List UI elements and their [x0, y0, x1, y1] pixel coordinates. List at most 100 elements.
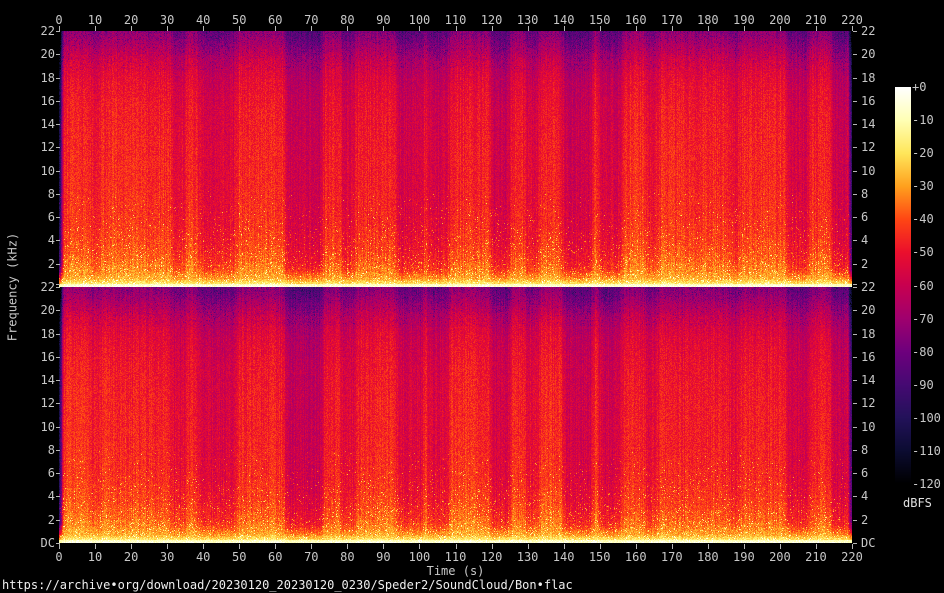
x-tick-label-bottom: 30: [159, 550, 175, 564]
y-tick-mark-left: [56, 543, 60, 544]
y-tick-label-right: 8: [861, 187, 869, 201]
x-tick-mark-bottom: [419, 544, 421, 549]
x-tick-label-bottom: 80: [340, 550, 355, 564]
y-tick-mark-left: [56, 284, 60, 285]
y-tick-label-right: 12: [861, 140, 876, 154]
x-tick-mark-top: [491, 26, 493, 31]
x-tick-label-bottom: 110: [444, 550, 467, 564]
y-tick-mark-left: [56, 264, 60, 265]
y-tick-mark-left: [56, 217, 60, 218]
y-tick-label-right: 2: [861, 257, 869, 271]
x-tick-mark-top: [167, 26, 169, 31]
y-tick-label-right: 20: [861, 47, 876, 61]
y-tick-label-right: 10: [861, 420, 876, 434]
x-tick-label-bottom: 200: [769, 550, 791, 564]
x-tick-mark-top: [527, 26, 529, 31]
y-tick-mark-left: [56, 473, 60, 474]
y-tick-label-left: 22: [40, 24, 55, 38]
x-tick-mark-bottom: [275, 544, 277, 549]
y-tick-label-left: DC: [40, 536, 55, 550]
x-tick-mark-bottom: [59, 544, 60, 549]
y-tick-mark-right: [853, 240, 857, 241]
y-tick-mark-left: [56, 101, 60, 102]
colorbar-tick-label: -70: [912, 312, 934, 326]
y-tick-label-left: 18: [40, 71, 55, 85]
y-tick-mark-right: [853, 380, 857, 381]
y-tick-mark-right: [853, 124, 857, 125]
y-tick-label-left: 10: [40, 420, 55, 434]
x-tick-label-bottom: 40: [195, 550, 211, 564]
y-tick-label-left: 14: [40, 373, 55, 387]
y-tick-label-left: 6: [47, 466, 55, 480]
y-tick-mark-left: [56, 240, 60, 241]
x-tick-mark-bottom: [527, 544, 529, 549]
colorbar-tick-label: -30: [912, 179, 934, 193]
x-tick-label-bottom: 70: [304, 550, 319, 564]
y-tick-label-left: 4: [47, 489, 55, 503]
y-tick-mark-right: [853, 473, 857, 474]
y-tick-mark-left: [56, 194, 60, 195]
y-tick-mark-right: [853, 403, 857, 404]
y-tick-label-left: 16: [40, 350, 55, 364]
x-tick-mark-top: [419, 26, 421, 31]
y-tick-label-right: 14: [861, 117, 876, 131]
y-tick-mark-right: [853, 543, 857, 544]
x-tick-mark-top: [599, 26, 601, 31]
y-tick-label-left: 16: [40, 94, 55, 108]
x-tick-mark-bottom: [239, 544, 241, 549]
x-tick-label-bottom: 190: [733, 550, 755, 564]
x-tick-mark-bottom: [311, 544, 313, 549]
source-url-text: https://archive•org/download/20230120_20…: [2, 578, 573, 592]
y-tick-mark-left: [56, 54, 60, 55]
x-tick-mark-bottom: [491, 544, 493, 549]
x-tick-mark-bottom: [599, 544, 601, 549]
colorbar-tick-label: -110: [912, 444, 941, 458]
y-tick-label-right: 22: [861, 280, 876, 294]
y-tick-mark-left: [56, 334, 60, 335]
x-tick-label-bottom: 90: [376, 550, 391, 564]
spectrogram-channel-1: [59, 31, 852, 287]
x-tick-mark-top: [563, 26, 565, 31]
x-tick-mark-bottom: [455, 544, 457, 549]
y-tick-label-right: DC: [861, 536, 876, 550]
y-tick-label-right: 2: [861, 513, 869, 527]
x-tick-label-bottom: 60: [268, 550, 283, 564]
x-tick-label-bottom: 120: [480, 550, 503, 564]
x-tick-mark-bottom: [743, 544, 745, 549]
colorbar-tick-label: +0: [912, 80, 927, 94]
y-tick-mark-right: [853, 450, 857, 451]
x-tick-mark-top: [455, 26, 457, 31]
x-tick-mark-top: [635, 26, 637, 31]
x-tick-mark-bottom: [815, 544, 817, 549]
x-tick-label-bottom: 0: [55, 550, 63, 564]
y-tick-mark-right: [853, 101, 857, 102]
y-tick-label-right: 6: [861, 210, 869, 224]
y-tick-label-right: 8: [861, 443, 869, 457]
y-tick-mark-right: [853, 171, 857, 172]
y-tick-label-left: 6: [47, 210, 55, 224]
y-tick-mark-left: [56, 427, 60, 428]
y-tick-mark-right: [853, 334, 857, 335]
y-tick-label-left: 12: [40, 140, 55, 154]
spectrogram-channel-2: [59, 287, 852, 543]
y-tick-label-left: 14: [40, 117, 55, 131]
colorbar-tick-label: -60: [912, 279, 934, 293]
y-tick-mark-right: [853, 78, 857, 79]
x-tick-mark-top: [239, 26, 241, 31]
y-tick-mark-right: [853, 310, 857, 311]
y-tick-mark-right: [853, 284, 857, 285]
x-tick-mark-bottom: [852, 544, 853, 549]
x-tick-mark-top: [815, 26, 817, 31]
y-tick-mark-left: [56, 171, 60, 172]
y-tick-mark-right: [853, 31, 857, 32]
colorbar-tick-label: -90: [912, 378, 934, 392]
y-tick-mark-right: [853, 357, 857, 358]
y-tick-mark-right: [853, 54, 857, 55]
x-tick-label-bottom: 130: [516, 550, 539, 564]
y-tick-label-right: 4: [861, 489, 869, 503]
x-tick-mark-bottom: [167, 544, 169, 549]
colorbar-tick-label: -10: [912, 113, 934, 127]
colorbar-tick-label: -120: [912, 477, 941, 491]
y-axis-title: Frequency (kHz): [5, 232, 20, 342]
y-tick-label-left: 8: [47, 187, 55, 201]
